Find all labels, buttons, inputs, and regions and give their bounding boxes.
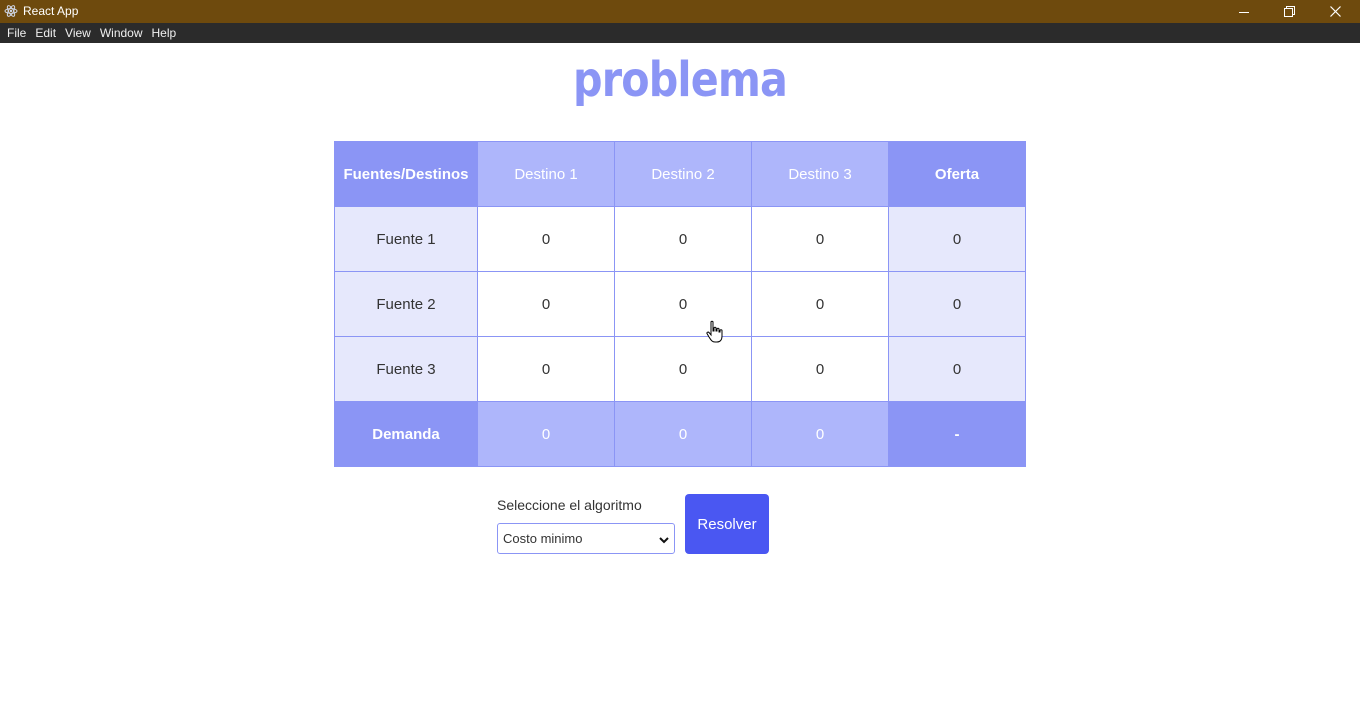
menu-file[interactable]: File xyxy=(3,23,30,43)
menu-window[interactable]: Window xyxy=(96,23,147,43)
react-atom-icon xyxy=(4,4,18,18)
cost-cell-2-3[interactable]: 0 xyxy=(751,271,889,337)
maximize-button[interactable] xyxy=(1266,0,1312,23)
demand-row: Demanda 0 0 0 - xyxy=(334,401,1026,467)
destination-header-3: Destino 3 xyxy=(751,141,889,207)
table-header-row: Fuentes/Destinos Destino 1 Destino 2 Des… xyxy=(334,141,1026,207)
supply-header: Oferta xyxy=(888,141,1026,207)
destination-header-2: Destino 2 xyxy=(614,141,752,207)
demand-cell-2[interactable]: 0 xyxy=(614,401,752,467)
demand-total: - xyxy=(888,401,1026,467)
cost-cell-1-1[interactable]: 0 xyxy=(477,206,615,272)
restore-icon xyxy=(1283,6,1295,17)
demand-cell-1[interactable]: 0 xyxy=(477,401,615,467)
source-label-1: Fuente 1 xyxy=(334,206,478,272)
menu-bar: File Edit View Window Help xyxy=(0,23,1360,43)
supply-cell-3[interactable]: 0 xyxy=(888,336,1026,402)
cost-cell-2-2[interactable]: 0 xyxy=(614,271,752,337)
algorithm-label: Seleccione el algoritmo xyxy=(497,497,642,513)
window-title: React App xyxy=(23,4,79,18)
solve-button[interactable]: Resolver xyxy=(685,494,769,554)
close-button[interactable] xyxy=(1312,0,1358,23)
supply-cell-2[interactable]: 0 xyxy=(888,271,1026,337)
close-icon xyxy=(1329,6,1341,17)
supply-cell-1[interactable]: 0 xyxy=(888,206,1026,272)
window-titlebar: React App xyxy=(0,0,1360,23)
table-row: Fuente 3 0 0 0 0 xyxy=(334,336,1026,402)
page-title: problema xyxy=(573,52,788,108)
destination-header-1: Destino 1 xyxy=(477,141,615,207)
menu-help[interactable]: Help xyxy=(148,23,181,43)
demand-cell-3[interactable]: 0 xyxy=(751,401,889,467)
transport-table: Fuentes/Destinos Destino 1 Destino 2 Des… xyxy=(334,141,1026,467)
chevron-down-icon xyxy=(658,533,670,551)
corner-header: Fuentes/Destinos xyxy=(334,141,478,207)
algorithm-select[interactable]: Costo minimo xyxy=(497,523,675,554)
cost-cell-2-1[interactable]: 0 xyxy=(477,271,615,337)
source-label-3: Fuente 3 xyxy=(334,336,478,402)
minimize-icon xyxy=(1239,7,1249,17)
hand-pointer-icon xyxy=(705,320,725,344)
table-row: Fuente 2 0 0 0 0 xyxy=(334,271,1026,337)
table-row: Fuente 1 0 0 0 0 xyxy=(334,206,1026,272)
source-label-2: Fuente 2 xyxy=(334,271,478,337)
cost-cell-3-2[interactable]: 0 xyxy=(614,336,752,402)
demand-label: Demanda xyxy=(334,401,478,467)
cost-cell-1-2[interactable]: 0 xyxy=(614,206,752,272)
menu-edit[interactable]: Edit xyxy=(31,23,60,43)
minimize-button[interactable] xyxy=(1221,0,1267,23)
menu-view[interactable]: View xyxy=(61,23,95,43)
cost-cell-3-3[interactable]: 0 xyxy=(751,336,889,402)
algorithm-selected-value: Costo minimo xyxy=(503,531,583,546)
cost-cell-1-3[interactable]: 0 xyxy=(751,206,889,272)
cost-cell-3-1[interactable]: 0 xyxy=(477,336,615,402)
